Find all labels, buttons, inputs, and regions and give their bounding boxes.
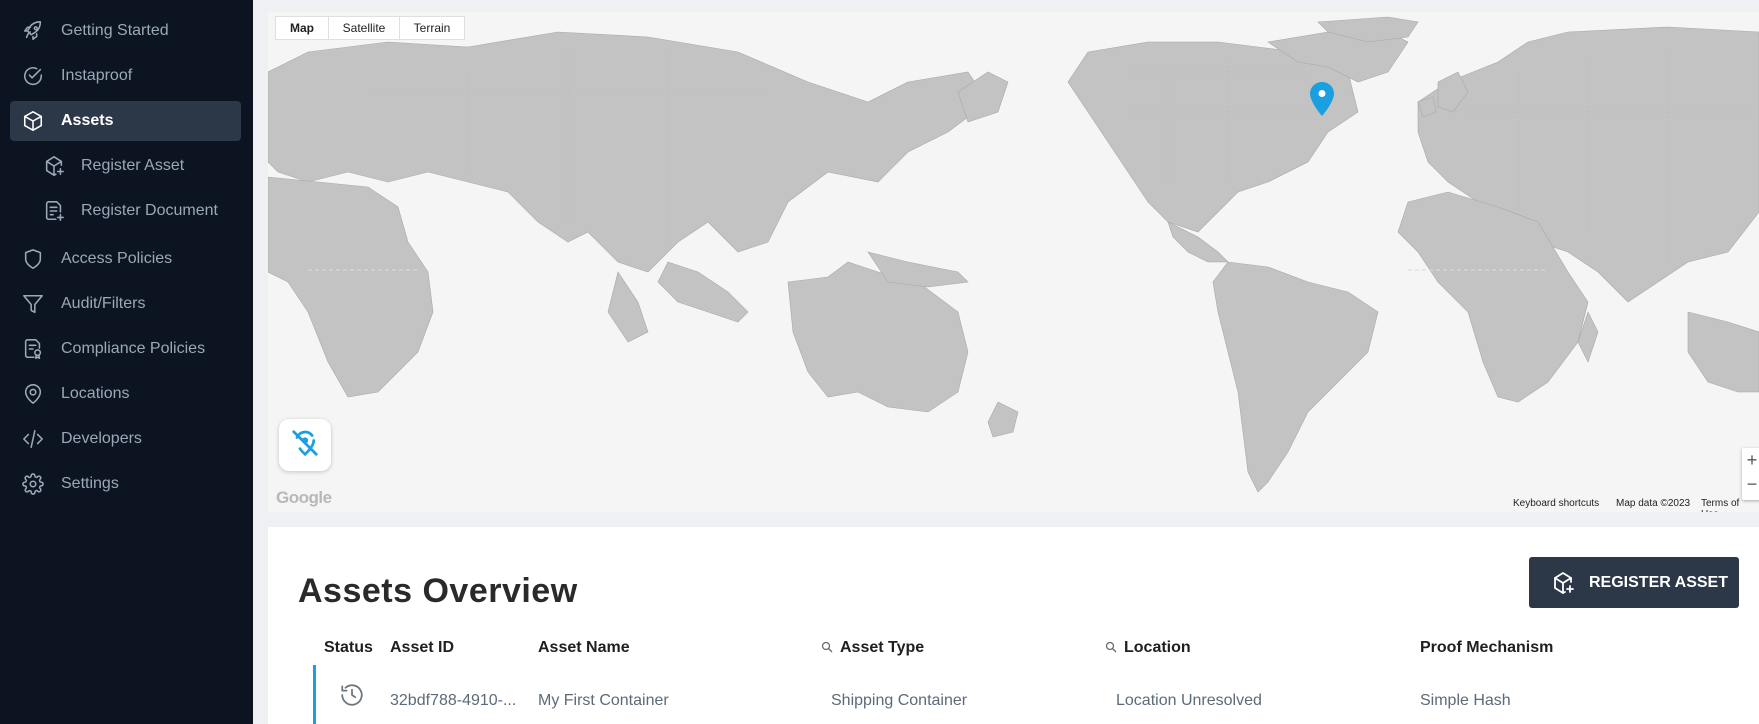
rocket-icon — [22, 20, 44, 42]
column-header-asset-name[interactable]: Asset Name — [538, 639, 630, 657]
sidebar-item-label: Locations — [61, 385, 130, 402]
document-add-icon — [43, 200, 65, 222]
sidebar-item-label: Developers — [61, 430, 142, 447]
column-header-asset-type[interactable]: Asset Type — [821, 639, 924, 658]
map-data-attribution: Map data ©2023 — [1616, 498, 1691, 509]
column-header-label: Status — [324, 639, 373, 656]
sidebar-item-register-document[interactable]: Register Document — [10, 191, 241, 231]
sidebar-item-locations[interactable]: Locations — [10, 374, 241, 414]
check-circle-icon — [22, 65, 44, 87]
map-marker-icon[interactable] — [1310, 82, 1334, 121]
sidebar-item-label: Audit/Filters — [61, 295, 146, 312]
sidebar: Getting Started Instaproof Assets Regist… — [0, 0, 253, 724]
sidebar-item-label: Assets — [61, 112, 114, 129]
cell-location: Location Unresolved — [1116, 692, 1262, 709]
gear-icon — [22, 473, 44, 495]
column-header-label: Asset Name — [538, 639, 630, 656]
sidebar-item-settings[interactable]: Settings — [10, 464, 241, 504]
google-logo: Google — [276, 488, 332, 507]
toggle-locations-button[interactable] — [279, 419, 331, 471]
column-header-status[interactable]: Status — [324, 639, 373, 657]
search-icon[interactable] — [821, 640, 833, 658]
cube-add-icon — [43, 155, 65, 177]
zoom-control: + − — [1742, 448, 1759, 500]
sidebar-item-label: Settings — [61, 475, 119, 492]
world-map[interactable]: Map Satellite Terrain Google Keyboard sh… — [268, 12, 1759, 512]
column-header-label: Location — [1124, 639, 1191, 656]
sidebar-item-compliance-policies[interactable]: Compliance Policies — [10, 329, 241, 369]
map-type-terrain[interactable]: Terrain — [399, 16, 465, 40]
map-type-map[interactable]: Map — [275, 16, 329, 40]
cell-asset-id[interactable]: 32bdf788-4910-... — [390, 692, 516, 710]
assets-overview-panel: Assets Overview REGISTER ASSET Status As… — [268, 527, 1759, 724]
compliance-document-icon — [22, 338, 44, 360]
terms-link[interactable]: Terms of Use — [1701, 498, 1759, 512]
filter-icon — [22, 293, 44, 315]
column-header-label: Proof Mechanism — [1420, 639, 1554, 656]
cube-add-icon — [1551, 571, 1575, 600]
column-header-label: Asset ID — [390, 639, 455, 656]
register-asset-label: REGISTER ASSET — [1589, 573, 1728, 591]
sidebar-item-label: Compliance Policies — [61, 340, 206, 357]
search-icon[interactable] — [1105, 640, 1117, 658]
code-icon — [22, 428, 44, 450]
zoom-in-button[interactable]: + — [1742, 448, 1759, 472]
map-landmasses — [268, 16, 1759, 493]
column-header-asset-id[interactable]: Asset ID — [390, 639, 454, 657]
sidebar-item-register-asset[interactable]: Register Asset — [10, 146, 241, 186]
cell-asset-type: Shipping Container — [831, 692, 968, 709]
location-off-icon — [290, 428, 320, 463]
sidebar-item-developers[interactable]: Developers — [10, 419, 241, 459]
sidebar-item-label: Register Asset — [81, 157, 185, 174]
cell-asset-name: My First Container — [538, 692, 669, 709]
table-row[interactable] — [313, 665, 1759, 724]
sidebar-item-access-policies[interactable]: Access Policies — [10, 239, 241, 279]
column-header-proof-mechanism[interactable]: Proof Mechanism — [1420, 639, 1553, 657]
page-title: Assets Overview — [298, 572, 578, 610]
cube-icon — [22, 110, 44, 132]
sidebar-item-label: Getting Started — [61, 22, 169, 39]
location-pin-icon — [22, 383, 44, 405]
sidebar-item-label: Register Document — [81, 202, 218, 219]
register-asset-button[interactable]: REGISTER ASSET — [1529, 557, 1739, 608]
column-header-label: Asset Type — [840, 639, 925, 656]
sidebar-item-assets[interactable]: Assets — [10, 101, 241, 141]
zoom-out-button[interactable]: − — [1742, 472, 1759, 496]
map-type-satellite[interactable]: Satellite — [328, 16, 400, 40]
keyboard-shortcuts-link[interactable]: Keyboard shortcuts — [1513, 498, 1599, 509]
history-clock-icon — [339, 682, 365, 713]
shield-icon — [22, 248, 44, 270]
sidebar-item-instaproof[interactable]: Instaproof — [10, 56, 241, 96]
column-header-location[interactable]: Location — [1105, 639, 1191, 658]
sidebar-item-label: Access Policies — [61, 250, 173, 267]
sidebar-item-getting-started[interactable]: Getting Started — [10, 11, 241, 51]
cell-proof-mechanism: Simple Hash — [1420, 692, 1511, 709]
sidebar-item-label: Instaproof — [61, 67, 133, 84]
sidebar-item-audit-filters[interactable]: Audit/Filters — [10, 284, 241, 324]
